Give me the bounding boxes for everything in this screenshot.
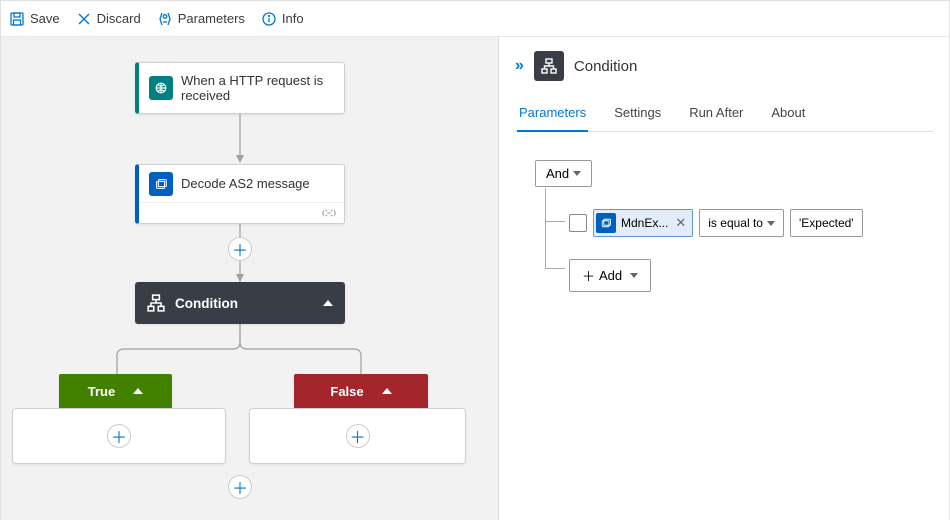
details-panel: » Condition Parameters Settings Run Afte… [499,37,949,520]
tree-line [545,188,569,268]
tab-settings[interactable]: Settings [612,99,663,131]
comparison-operator-select[interactable]: is equal to [699,209,784,237]
false-branch-body[interactable]: ＋ [249,408,466,464]
save-label: Save [30,11,60,26]
value-input[interactable]: 'Expected' [790,209,863,237]
token-source-icon [596,213,616,233]
add-step-end-button[interactable]: ＋ [228,475,252,499]
plus-icon: ＋ [582,266,595,285]
row-checkbox[interactable] [569,214,587,232]
info-button[interactable]: Info [261,11,304,27]
chevron-up-icon[interactable] [382,388,392,394]
as2-icon [149,172,173,196]
true-branch-header[interactable]: True [59,374,172,408]
chevron-down-icon [573,171,581,176]
trigger-node-http[interactable]: When a HTTP request is received [135,62,345,114]
token-text: MdnEx... [621,216,668,230]
tab-about[interactable]: About [769,99,807,131]
parameters-icon [157,11,173,27]
http-icon [149,76,173,100]
action-node-decode-as2[interactable]: Decode AS2 message [135,164,345,224]
panel-tabs: Parameters Settings Run After About [515,99,933,132]
chevron-up-icon[interactable] [323,300,333,306]
decode-label: Decode AS2 message [181,176,310,191]
add-row-button[interactable]: ＋ Add [569,259,651,292]
parameters-label: Parameters [178,11,245,26]
condition-node[interactable]: Condition [135,282,345,324]
condition-label: Condition [175,296,313,311]
discard-button[interactable]: Discard [76,11,141,27]
condition-icon [147,294,165,312]
false-branch-header[interactable]: False [294,374,428,408]
info-icon [261,11,277,27]
logic-operator-select[interactable]: And [535,160,592,187]
discard-label: Discard [97,11,141,26]
tree-line [545,221,565,222]
add-step-button[interactable]: ＋ [228,237,252,261]
tab-run-after[interactable]: Run After [687,99,745,131]
save-icon [9,11,25,27]
true-branch-body[interactable]: ＋ [12,408,226,464]
tree-line [545,268,565,269]
token-remove-button[interactable]: ✕ [673,215,688,231]
condition-builder: And MdnEx... ✕ is equal to 'Expected [515,160,933,292]
add-action-false-button[interactable]: ＋ [346,424,370,448]
condition-icon [534,51,564,81]
add-action-true-button[interactable]: ＋ [107,424,131,448]
toolbar: Save Discard Parameters Info [1,1,949,37]
info-label: Info [282,11,304,26]
operator-label: is equal to [708,216,763,230]
logic-operator-label: And [546,166,569,181]
link-icon [322,208,336,218]
chevron-down-icon [630,273,638,278]
tab-parameters[interactable]: Parameters [517,99,588,132]
close-icon [76,11,92,27]
trigger-label: When a HTTP request is received [181,73,334,103]
chevron-down-icon [767,221,775,226]
chevron-up-icon[interactable] [133,388,143,394]
parameters-button[interactable]: Parameters [157,11,245,27]
save-button[interactable]: Save [9,11,60,27]
operand-token[interactable]: MdnEx... ✕ [593,209,693,237]
add-label: Add [599,268,622,283]
panel-title: Condition [574,58,637,75]
value-text: 'Expected' [799,216,854,230]
collapse-panel-icon[interactable]: » [515,57,524,75]
true-label: True [88,384,115,399]
false-label: False [330,384,363,399]
designer-canvas[interactable]: When a HTTP request is received Decode A… [1,37,499,520]
